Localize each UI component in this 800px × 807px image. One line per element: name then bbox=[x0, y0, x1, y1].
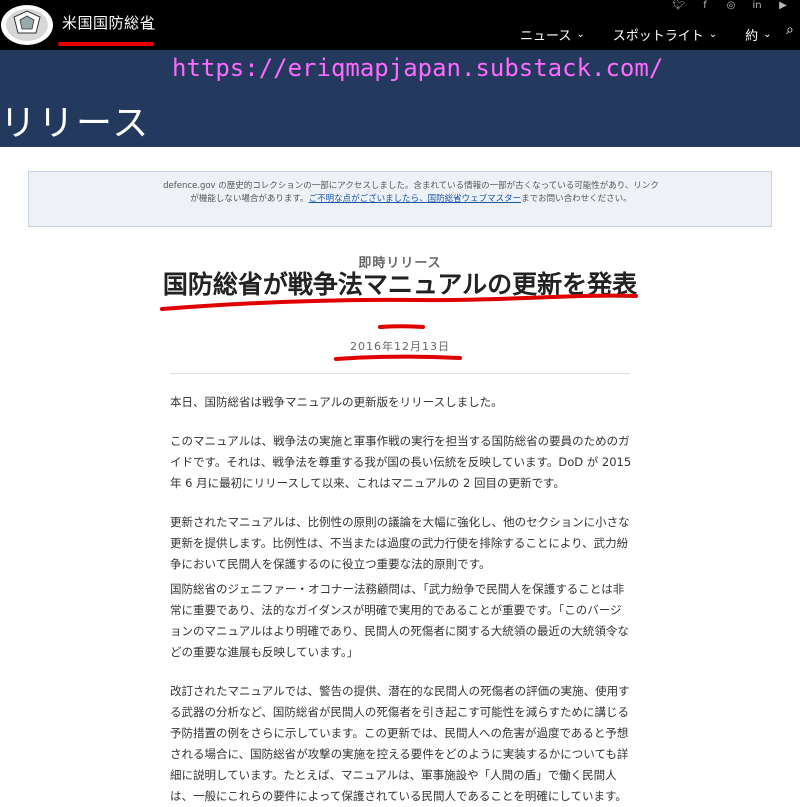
watermark-url: https://eriqmapjapan.substack.com/ bbox=[172, 54, 664, 82]
notice-text-after: までお問い合わせください。 bbox=[521, 194, 632, 204]
release-kicker: 即時リリース bbox=[358, 256, 442, 271]
social-links: 🐦︎ f ◎ in ▶ bbox=[666, 0, 796, 14]
annotation-underline-headline-2 bbox=[378, 324, 425, 329]
nav-item-label: 約 bbox=[745, 28, 759, 44]
webmaster-link[interactable]: ご不明な点がございましたら、国防総省ウェブマスター bbox=[309, 194, 522, 204]
chevron-down-icon: ⌄ bbox=[576, 28, 585, 40]
chevron-down-icon: ⌄ bbox=[763, 28, 772, 40]
instagram-icon[interactable]: ◎ bbox=[718, 0, 744, 14]
nav-item-spotlight[interactable]: スポットライト ⌄ bbox=[613, 25, 717, 44]
archive-notice-text: defence.gov の歴史的コレクションの一部にアクセスしました。含まれてい… bbox=[161, 180, 661, 206]
annotation-underline-site-name bbox=[58, 42, 154, 46]
hero-banner: https://eriqmapjapan.substack.com/ リリース bbox=[0, 50, 800, 147]
youtube-icon[interactable]: ▶ bbox=[770, 0, 796, 14]
annotation-underline-date bbox=[334, 354, 462, 361]
divider bbox=[170, 373, 630, 374]
publish-date: 2016年12月13日 bbox=[350, 340, 450, 353]
article-headline: 国防総省が戦争法マニュアルの更新を発表 bbox=[162, 270, 638, 299]
article-paragraph: 本日、国防総省は戦争マニュアルの更新版をリリースしました。 bbox=[170, 395, 503, 409]
nav-item-label: スポットライト bbox=[612, 28, 704, 44]
facebook-icon[interactable]: f bbox=[692, 0, 718, 14]
search-icon[interactable]: ⌕ bbox=[786, 22, 794, 38]
linkedin-icon[interactable]: in bbox=[744, 0, 770, 14]
page-title: リリース bbox=[0, 103, 151, 144]
article-paragraph: 更新されたマニュアルは、比例性の原則の議論を大幅に強化し、他のセクションに小さな… bbox=[170, 515, 630, 571]
text-cursor: _ bbox=[147, 12, 155, 30]
nav-item-news[interactable]: ニュース ⌄ bbox=[520, 25, 585, 44]
nav-item-about[interactable]: 約 ⌄ bbox=[745, 25, 771, 44]
archive-notice: defence.gov の歴史的コレクションの一部にアクセスしました。含まれてい… bbox=[28, 171, 772, 227]
article-paragraph: 改訂されたマニュアルでは、警告の提供、潜在的な民間人の死傷者の評価の実施、使用す… bbox=[170, 684, 630, 803]
twitter-icon[interactable]: 🐦︎ bbox=[666, 0, 692, 14]
article-paragraph: このマニュアルは、戦争法の実施と軍事作戦の実行を担当する国防総省の要員のためのガ… bbox=[170, 434, 632, 490]
chevron-down-icon: ⌄ bbox=[708, 28, 718, 40]
main-nav: ニュース ⌄ スポットライト ⌄ 約 ⌄ bbox=[520, 22, 800, 46]
nav-item-label: ニュース bbox=[520, 28, 572, 44]
article-paragraph: 国防総省のジェニファー・オコナー法務顧問は、「武力紛争で民間人を保護することは非… bbox=[170, 582, 629, 659]
dod-seal-logo[interactable] bbox=[0, 3, 54, 47]
site-name[interactable]: 米国国防総省 bbox=[62, 12, 155, 33]
